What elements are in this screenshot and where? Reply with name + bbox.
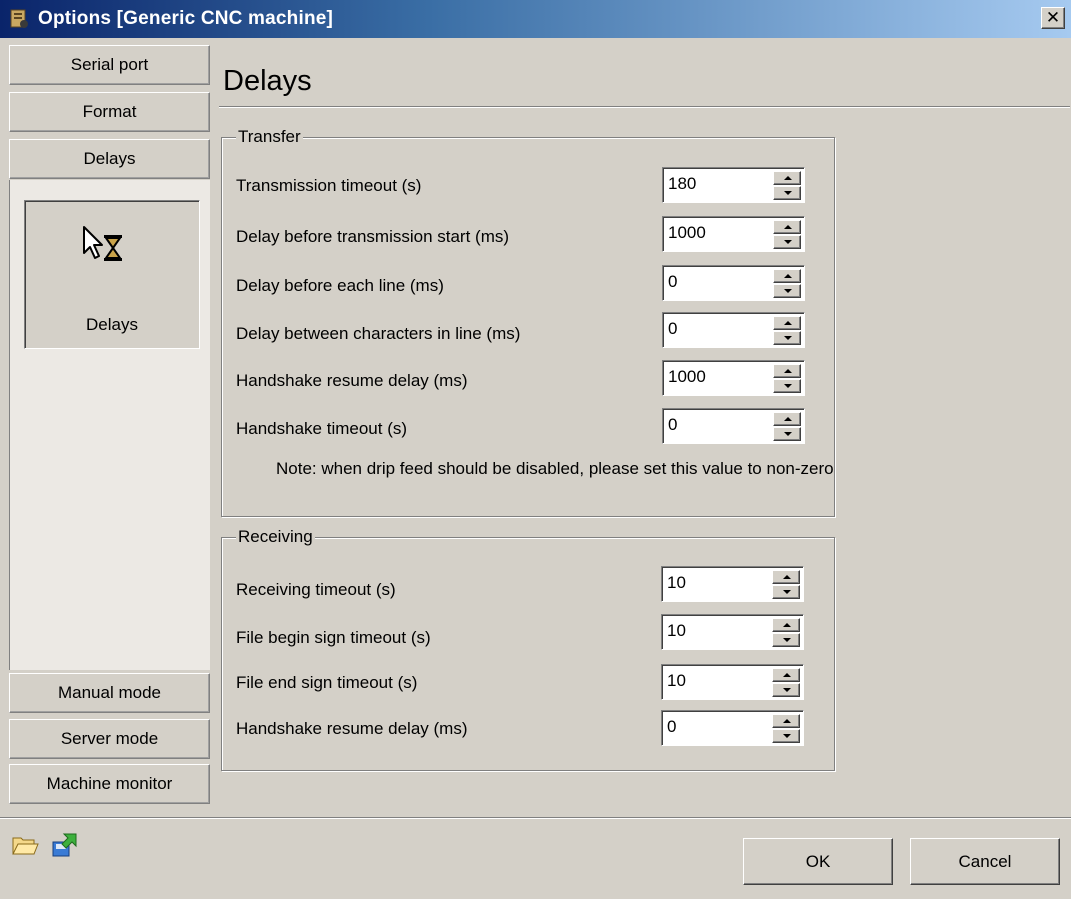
spin-down-button[interactable] xyxy=(772,729,800,743)
page-title: Delays xyxy=(223,65,312,97)
nav-item-server-mode[interactable]: Server mode xyxy=(9,719,210,759)
spin-up-button[interactable] xyxy=(772,570,800,584)
spin-up-button[interactable] xyxy=(773,171,801,185)
spin-up-button[interactable] xyxy=(773,316,801,330)
file-begin-timeout-spinner[interactable]: 10 xyxy=(661,614,804,650)
spin-up-button[interactable] xyxy=(772,668,800,682)
nav-item-manual-mode[interactable]: Manual mode xyxy=(9,673,210,713)
file-begin-timeout-label: File begin sign timeout (s) xyxy=(236,628,431,647)
handshake-timeout-label: Handshake timeout (s) xyxy=(236,419,408,438)
export-button[interactable] xyxy=(50,830,80,860)
handshake-resume-delay-label: Handshake resume delay (ms) xyxy=(236,371,468,390)
spin-down-button[interactable] xyxy=(773,186,801,200)
file-end-timeout-value[interactable]: 10 xyxy=(667,671,686,691)
close-button[interactable]: ✕ xyxy=(1041,7,1065,29)
title-divider xyxy=(219,106,1070,108)
title-bar: Options [Generic CNC machine] ✕ xyxy=(0,0,1071,38)
nav-item-serial-port[interactable]: Serial port xyxy=(9,45,210,85)
receiving-legend: Receiving xyxy=(236,527,315,547)
nav-item-format[interactable]: Format xyxy=(9,92,210,132)
receiving-handshake-resume-spinner[interactable]: 0 xyxy=(661,710,804,746)
spin-up-button[interactable] xyxy=(772,618,800,632)
handshake-timeout-spinner[interactable]: 0 xyxy=(662,408,805,444)
file-end-timeout-spinner[interactable]: 10 xyxy=(661,664,804,700)
spin-up-button[interactable] xyxy=(773,220,801,234)
delay-between-chars-value[interactable]: 0 xyxy=(668,319,677,339)
transmission-timeout-spinner[interactable]: 180 xyxy=(662,167,805,203)
cancel-button[interactable]: Cancel xyxy=(910,838,1060,885)
spin-down-button[interactable] xyxy=(773,427,801,441)
spin-up-button[interactable] xyxy=(773,364,801,378)
close-icon: ✕ xyxy=(1045,8,1061,27)
delay-before-line-label: Delay before each line (ms) xyxy=(236,276,444,295)
spin-down-button[interactable] xyxy=(773,331,801,345)
spin-down-button[interactable] xyxy=(772,683,800,697)
delay-between-chars-spinner[interactable]: 0 xyxy=(662,312,805,348)
ok-button[interactable]: OK xyxy=(743,838,893,885)
nav-item-delays[interactable]: Delays xyxy=(9,139,210,179)
transfer-group: Transfer Transmission timeout (s) 180 De… xyxy=(221,127,835,517)
handshake-resume-delay-spinner[interactable]: 1000 xyxy=(662,360,805,396)
delay-before-start-value[interactable]: 1000 xyxy=(668,223,706,243)
spin-down-button[interactable] xyxy=(773,379,801,393)
file-end-timeout-label: File end sign timeout (s) xyxy=(236,673,418,692)
receiving-timeout-label: Receiving timeout (s) xyxy=(236,580,396,599)
spin-down-button[interactable] xyxy=(772,633,800,647)
spin-down-button[interactable] xyxy=(772,585,800,599)
delay-before-line-spinner[interactable]: 0 xyxy=(662,265,805,301)
nav-selected-label: Delays xyxy=(86,315,138,334)
receiving-group: Receiving Receiving timeout (s) 10 File … xyxy=(221,527,835,771)
transmission-timeout-label: Transmission timeout (s) xyxy=(236,176,422,195)
spin-down-button[interactable] xyxy=(773,235,801,249)
delay-between-chars-label: Delay between characters in line (ms) xyxy=(236,324,521,343)
delay-before-line-value[interactable]: 0 xyxy=(668,272,677,292)
nav-selected-delays[interactable]: Delays xyxy=(24,200,200,349)
cursor-hourglass-icon xyxy=(82,225,132,265)
spin-up-button[interactable] xyxy=(772,714,800,728)
spin-up-button[interactable] xyxy=(773,412,801,426)
handshake-timeout-value[interactable]: 0 xyxy=(668,415,677,435)
drip-feed-note: Note: when drip feed should be disabled,… xyxy=(276,459,834,478)
receiving-timeout-value[interactable]: 10 xyxy=(667,573,686,593)
spin-up-button[interactable] xyxy=(773,269,801,283)
spin-down-button[interactable] xyxy=(773,284,801,298)
open-folder-icon xyxy=(10,837,40,864)
footer-divider xyxy=(0,817,1071,819)
receiving-handshake-resume-label: Handshake resume delay (ms) xyxy=(236,719,468,738)
transfer-legend: Transfer xyxy=(236,127,303,147)
export-icon xyxy=(50,833,80,864)
receiving-handshake-resume-value[interactable]: 0 xyxy=(667,717,676,737)
file-begin-timeout-value[interactable]: 10 xyxy=(667,621,686,641)
delay-before-start-spinner[interactable]: 1000 xyxy=(662,216,805,252)
nav-item-machine-monitor[interactable]: Machine monitor xyxy=(9,764,210,804)
open-button[interactable] xyxy=(10,830,40,860)
receiving-timeout-spinner[interactable]: 10 xyxy=(661,566,804,602)
delay-before-start-label: Delay before transmission start (ms) xyxy=(236,227,510,246)
window-title: Options [Generic CNC machine] xyxy=(38,8,334,29)
transmission-timeout-value[interactable]: 180 xyxy=(668,174,696,194)
app-icon xyxy=(8,8,30,30)
handshake-resume-delay-value[interactable]: 1000 xyxy=(668,367,706,387)
